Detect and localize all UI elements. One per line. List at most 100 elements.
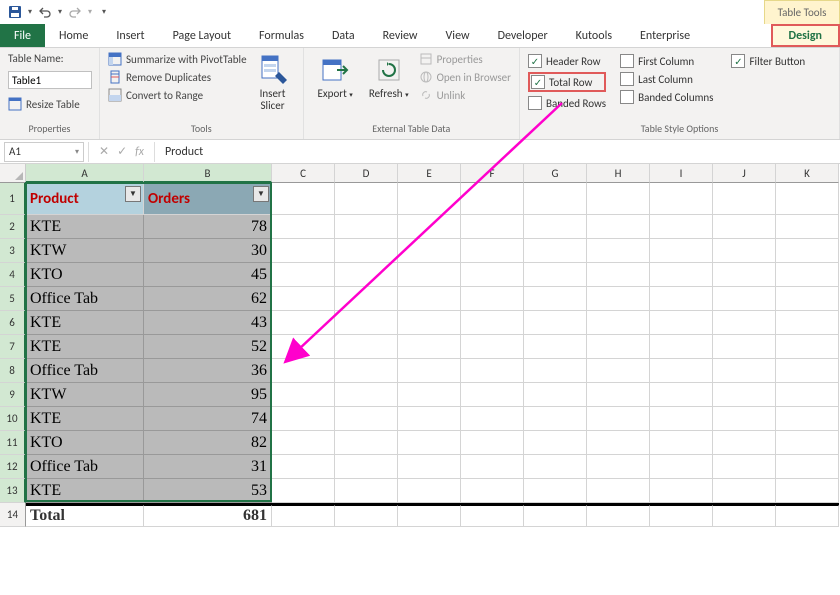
total-value-cell[interactable]: 681 xyxy=(144,505,272,527)
cell[interactable] xyxy=(650,287,713,311)
row-header-13[interactable]: 13 xyxy=(0,479,26,503)
cell[interactable] xyxy=(587,335,650,359)
cell[interactable] xyxy=(272,505,335,527)
col-header-a[interactable]: A xyxy=(26,164,144,183)
cell[interactable] xyxy=(335,183,398,215)
qat-customize-icon[interactable]: ▾ xyxy=(102,7,106,17)
tab-insert[interactable]: Insert xyxy=(102,24,158,47)
tab-kutools[interactable]: Kutools xyxy=(562,24,626,47)
cell[interactable] xyxy=(713,183,776,215)
row-header-12[interactable]: 12 xyxy=(0,455,26,479)
redo-icon[interactable] xyxy=(65,2,85,22)
cell[interactable] xyxy=(650,479,713,503)
cell[interactable] xyxy=(272,263,335,287)
cell[interactable] xyxy=(587,479,650,503)
cell[interactable] xyxy=(335,431,398,455)
cell-product[interactable]: KTO xyxy=(26,431,144,455)
row-header-10[interactable]: 10 xyxy=(0,407,26,431)
cell[interactable] xyxy=(398,383,461,407)
cell[interactable] xyxy=(398,431,461,455)
row-header-7[interactable]: 7 xyxy=(0,335,26,359)
cell[interactable] xyxy=(776,335,839,359)
cell[interactable] xyxy=(272,455,335,479)
col-header-b[interactable]: B xyxy=(144,164,272,183)
cell[interactable] xyxy=(335,383,398,407)
col-header-k[interactable]: K xyxy=(776,164,839,183)
summarize-pivot-button[interactable]: Summarize with PivotTable xyxy=(108,52,247,66)
tab-data[interactable]: Data xyxy=(318,24,369,47)
cell[interactable] xyxy=(776,431,839,455)
cell[interactable] xyxy=(398,263,461,287)
cell[interactable] xyxy=(713,431,776,455)
refresh-button[interactable]: Refresh ▾ xyxy=(363,52,415,102)
tab-developer[interactable]: Developer xyxy=(484,24,562,47)
cell-orders[interactable]: 45 xyxy=(144,263,272,287)
fx-icon[interactable]: fx xyxy=(135,145,144,159)
cell[interactable] xyxy=(335,479,398,503)
col-header-g[interactable]: G xyxy=(524,164,587,183)
row-header-2[interactable]: 2 xyxy=(0,215,26,239)
cell[interactable] xyxy=(335,239,398,263)
check-total-row[interactable]: ✓Total Row xyxy=(528,72,606,92)
cell[interactable] xyxy=(713,311,776,335)
cell[interactable] xyxy=(524,407,587,431)
cell-orders[interactable]: 52 xyxy=(144,335,272,359)
cell-orders[interactable]: 95 xyxy=(144,383,272,407)
cell[interactable] xyxy=(335,215,398,239)
col-header-j[interactable]: J xyxy=(713,164,776,183)
cell[interactable] xyxy=(587,505,650,527)
cell[interactable] xyxy=(398,287,461,311)
cell[interactable] xyxy=(398,183,461,215)
cell[interactable] xyxy=(587,239,650,263)
tab-formulas[interactable]: Formulas xyxy=(245,24,318,47)
cell-product[interactable]: KTW xyxy=(26,239,144,263)
cell[interactable] xyxy=(272,215,335,239)
cell[interactable] xyxy=(587,407,650,431)
cell[interactable] xyxy=(398,455,461,479)
check-filter-button[interactable]: ✓Filter Button xyxy=(731,54,805,68)
remove-duplicates-button[interactable]: Remove Duplicates xyxy=(108,70,247,84)
filter-dropdown-icon[interactable]: ▼ xyxy=(253,186,269,202)
col-header-e[interactable]: E xyxy=(398,164,461,183)
cell[interactable] xyxy=(335,505,398,527)
cell[interactable] xyxy=(776,263,839,287)
row-header-6[interactable]: 6 xyxy=(0,311,26,335)
cell-product[interactable]: Office Tab xyxy=(26,287,144,311)
tab-page-layout[interactable]: Page Layout xyxy=(159,24,245,47)
filter-dropdown-icon[interactable]: ▼ xyxy=(125,186,141,202)
cell[interactable] xyxy=(587,311,650,335)
row-header-5[interactable]: 5 xyxy=(0,287,26,311)
row-header-4[interactable]: 4 xyxy=(0,263,26,287)
cell[interactable] xyxy=(398,239,461,263)
cell[interactable] xyxy=(650,431,713,455)
cell[interactable] xyxy=(272,239,335,263)
table-header-orders[interactable]: Orders ▼ xyxy=(144,183,272,215)
cell[interactable] xyxy=(713,455,776,479)
cell[interactable] xyxy=(650,505,713,527)
cell[interactable] xyxy=(461,215,524,239)
cell[interactable] xyxy=(461,311,524,335)
cell[interactable] xyxy=(272,287,335,311)
cell[interactable] xyxy=(587,359,650,383)
cell[interactable] xyxy=(524,479,587,503)
cell[interactable] xyxy=(335,311,398,335)
tab-enterprise[interactable]: Enterprise xyxy=(626,24,704,47)
cell[interactable] xyxy=(461,183,524,215)
row-header-3[interactable]: 3 xyxy=(0,239,26,263)
cell[interactable] xyxy=(587,383,650,407)
cell[interactable] xyxy=(524,183,587,215)
cell[interactable] xyxy=(461,287,524,311)
tab-home[interactable]: Home xyxy=(45,24,102,47)
cell[interactable] xyxy=(524,263,587,287)
row-header-8[interactable]: 8 xyxy=(0,359,26,383)
cell[interactable] xyxy=(650,239,713,263)
cell[interactable] xyxy=(272,183,335,215)
resize-table-button[interactable]: Resize Table xyxy=(8,97,80,111)
cell[interactable] xyxy=(461,479,524,503)
total-label-cell[interactable]: Total xyxy=(26,505,144,527)
cell-product[interactable]: Office Tab xyxy=(26,359,144,383)
cancel-icon[interactable]: ✕ xyxy=(99,144,109,159)
cell[interactable] xyxy=(776,455,839,479)
check-last-column[interactable]: Last Column xyxy=(620,72,713,86)
cell[interactable] xyxy=(776,287,839,311)
